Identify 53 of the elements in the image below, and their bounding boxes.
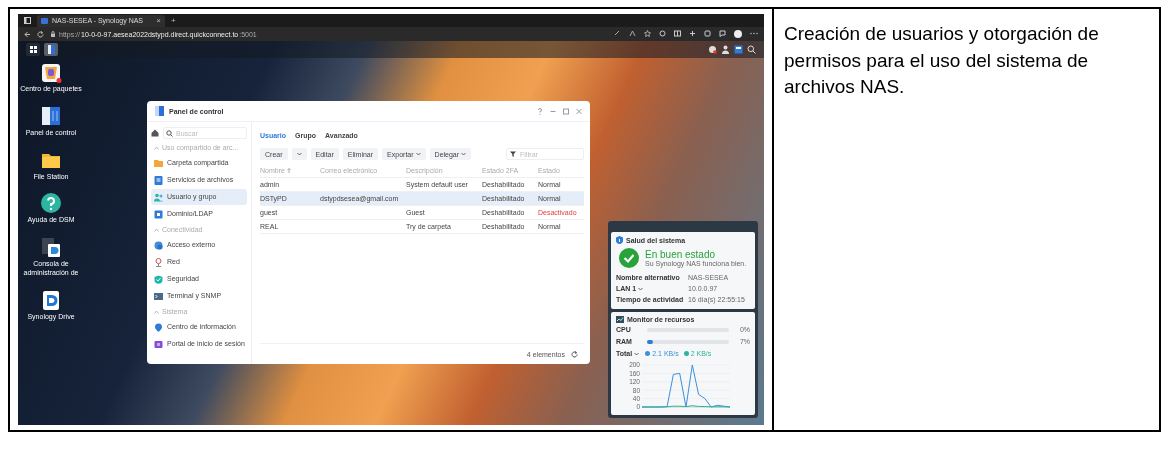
back-arrow-icon[interactable] [24, 30, 31, 38]
caret-icon [415, 152, 421, 156]
question-mark-icon[interactable] [40, 192, 62, 215]
check-circle-icon [619, 248, 639, 268]
lock-icon [50, 31, 56, 37]
search-icon[interactable] [747, 45, 756, 54]
new-tab-button[interactable]: + [171, 16, 176, 25]
split-screen-icon[interactable] [674, 30, 681, 37]
refresh-icon[interactable] [37, 30, 44, 38]
widget-icon[interactable] [734, 45, 743, 54]
control-panel-icon [155, 106, 164, 116]
console-window-icon[interactable] [40, 236, 62, 258]
home-icon[interactable] [151, 129, 159, 137]
plus-icon[interactable] [689, 30, 696, 37]
globe-icon [154, 240, 163, 250]
terminal-icon [154, 291, 163, 301]
file-icon [154, 175, 163, 185]
panel-icon [47, 45, 55, 54]
sort-arrow-icon [286, 168, 291, 173]
star-icon[interactable] [644, 30, 651, 37]
info-shield-icon [616, 236, 623, 244]
maximize-icon[interactable] [563, 107, 569, 115]
caret-icon [634, 351, 640, 356]
tab-actions-icon[interactable] [24, 17, 31, 24]
grid-icon [29, 46, 37, 53]
portal-icon [154, 339, 163, 349]
circle-icon[interactable] [659, 30, 666, 37]
site-icon [41, 17, 48, 24]
network-icon [154, 257, 163, 267]
package-box-icon[interactable] [40, 61, 62, 83]
profile-avatar-icon[interactable] [734, 30, 742, 38]
caret-icon [461, 152, 467, 156]
monitor-chart-icon [616, 316, 624, 323]
caret-icon [296, 152, 302, 156]
description-text: Creación de usuarios y otorgación de permisos para el uso del sistema de archivos NAS. [784, 22, 1100, 100]
search-icon [166, 129, 173, 137]
user-icon[interactable] [721, 45, 730, 54]
health-status: En buen estado [645, 249, 717, 260]
folder-icon [154, 158, 163, 168]
control-panel-icon[interactable] [40, 104, 62, 127]
shield-icon [154, 274, 163, 284]
refresh-icon[interactable] [571, 350, 578, 358]
funnel-icon [510, 151, 516, 157]
taskbar-app-button[interactable] [44, 43, 58, 56]
tab-close-button[interactable]: × [156, 16, 161, 25]
info-pin-icon [154, 322, 163, 332]
domain-icon [154, 209, 163, 219]
more-icon[interactable] [750, 30, 758, 37]
people-icon [154, 192, 163, 202]
chat-icon[interactable] [708, 45, 717, 54]
caret-icon [638, 286, 644, 291]
main-menu-button[interactable] [26, 43, 40, 56]
speech-bubble-icon[interactable] [719, 30, 726, 37]
